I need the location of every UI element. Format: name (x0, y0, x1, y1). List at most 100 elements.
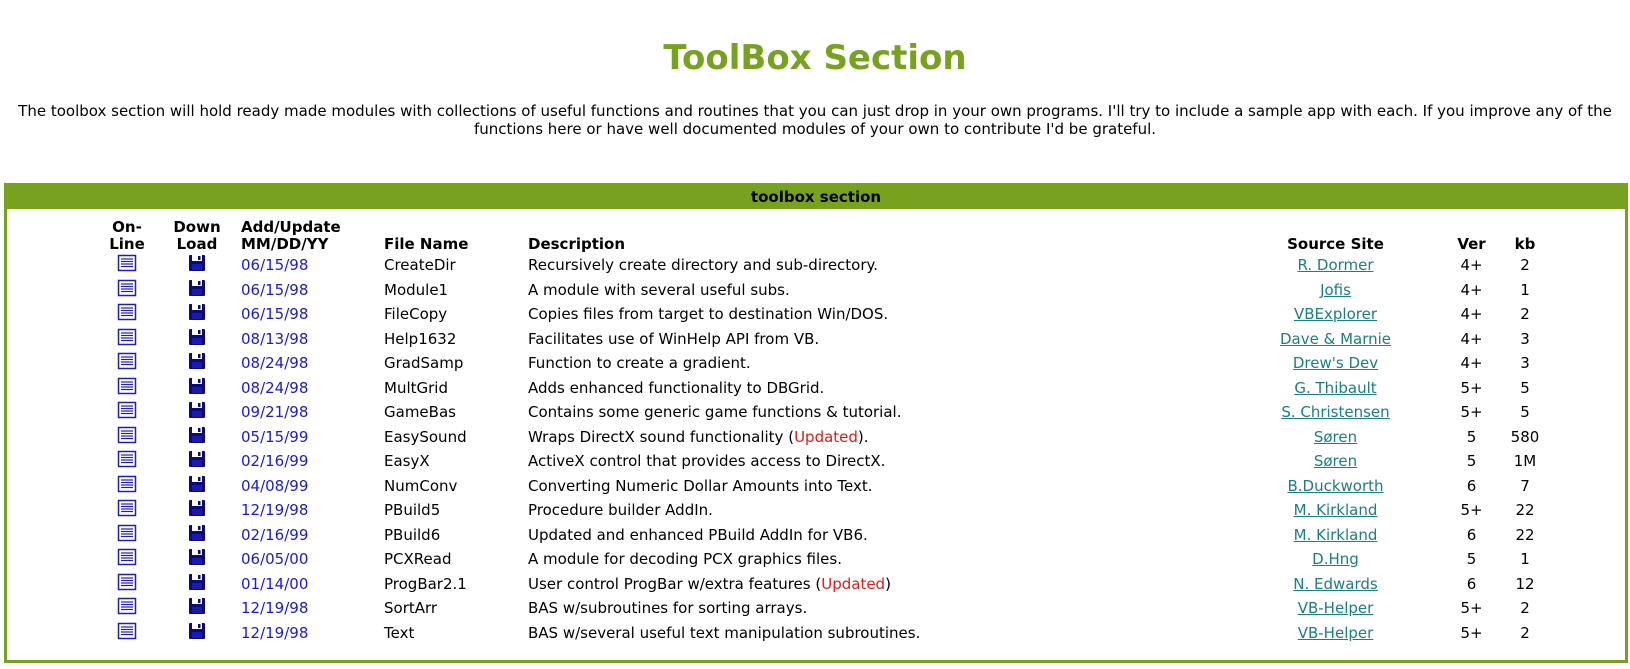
row-ver: 4+ (1460, 305, 1483, 324)
document-icon[interactable] (117, 303, 137, 325)
row-description: A module with several useful subs. (528, 280, 790, 299)
toolbox-panel: toolbox section On- Line Down Load Add/Upd… (4, 183, 1628, 663)
table-header-row: On- Line Down Load Add/Update MM/DD/YY File… (7, 213, 1550, 253)
floppy-disk-icon[interactable] (188, 622, 206, 644)
row-ver: 5+ (1460, 599, 1483, 618)
source-site-link[interactable]: G. Thibault (1294, 379, 1376, 397)
source-site-link[interactable]: VBExplorer (1294, 305, 1377, 323)
row-description: BAS w/several useful text manipulation s… (528, 623, 921, 642)
row-kb: 22 (1515, 501, 1535, 520)
source-site-link[interactable]: Dave & Marnie (1280, 330, 1391, 348)
row-file-name: Help1632 (384, 329, 457, 348)
row-description: Copies files from target to destination … (528, 305, 889, 324)
row-date: 01/14/00 (241, 574, 309, 593)
floppy-disk-icon[interactable] (188, 499, 206, 521)
row-ver: 4+ (1460, 329, 1483, 348)
document-icon[interactable] (117, 426, 137, 448)
row-file-name: PCXRead (384, 550, 452, 569)
page-title: ToolBox Section (663, 38, 967, 78)
table-row: 12/19/98 PBuild5 Procedure builder AddIn. M… (7, 498, 1550, 523)
table-row: 09/21/98 GameBas Contains some generic gam… (7, 400, 1550, 425)
col-date: Add/Update MM/DD/YY (241, 218, 341, 253)
document-icon[interactable] (117, 352, 137, 374)
row-file-name: MultGrid (384, 378, 448, 397)
row-ver: 4+ (1460, 354, 1483, 373)
source-site-link[interactable]: N. Edwards (1293, 575, 1377, 593)
table-row: 08/24/98 MultGrid Adds enhanced functional… (7, 376, 1550, 401)
document-icon[interactable] (117, 573, 137, 595)
document-icon[interactable] (117, 279, 137, 301)
source-site-link[interactable]: VB-Helper (1298, 624, 1374, 642)
table-row: 02/16/99 EasyX ActiveX control that provid… (7, 449, 1550, 474)
row-date: 04/08/99 (241, 476, 309, 495)
document-icon[interactable] (117, 548, 137, 570)
document-icon[interactable] (117, 328, 137, 350)
document-icon[interactable] (117, 450, 137, 472)
source-site-link[interactable]: Søren (1314, 428, 1357, 446)
row-ver: 5+ (1460, 403, 1483, 422)
row-ver: 5+ (1460, 623, 1483, 642)
row-kb: 2 (1520, 256, 1530, 275)
table-row: 08/24/98 GradSamp Function to create a gra… (7, 351, 1550, 376)
document-icon[interactable] (117, 622, 137, 644)
source-site-link[interactable]: R. Dormer (1297, 256, 1373, 274)
row-ver: 6 (1466, 525, 1477, 544)
document-icon[interactable] (117, 254, 137, 276)
row-file-name: EasySound (384, 427, 467, 446)
table-row: 01/14/00 ProgBar2.1 User control ProgBar w… (7, 572, 1550, 597)
row-ver: 5+ (1460, 378, 1483, 397)
row-kb: 1 (1520, 280, 1530, 299)
row-date: 12/19/98 (241, 599, 309, 618)
row-kb: 2 (1520, 623, 1530, 642)
floppy-disk-icon[interactable] (188, 548, 206, 570)
row-date: 05/15/99 (241, 427, 309, 446)
row-date: 02/16/99 (241, 452, 309, 471)
floppy-disk-icon[interactable] (188, 254, 206, 276)
document-icon[interactable] (117, 401, 137, 423)
row-kb: 580 (1510, 427, 1540, 446)
row-ver: 5+ (1460, 501, 1483, 520)
table-row: 12/19/98 SortArr BAS w/subroutines for sor… (7, 596, 1550, 621)
source-site-link[interactable]: M. Kirkland (1294, 501, 1378, 519)
floppy-disk-icon[interactable] (188, 573, 206, 595)
updated-label: Updated (821, 574, 886, 593)
col-ver: Ver (1457, 235, 1486, 253)
source-site-link[interactable]: M. Kirkland (1294, 526, 1378, 544)
floppy-disk-icon[interactable] (188, 352, 206, 374)
row-date: 06/15/98 (241, 256, 309, 275)
row-date: 08/24/98 (241, 354, 309, 373)
row-description: User control ProgBar w/extra features (U… (528, 574, 891, 593)
source-site-link[interactable]: B.Duckworth (1287, 477, 1383, 495)
floppy-disk-icon[interactable] (188, 303, 206, 325)
source-site-link[interactable]: D.Hng (1312, 550, 1359, 568)
document-icon[interactable] (117, 377, 137, 399)
document-icon[interactable] (117, 499, 137, 521)
table-row: 06/05/00 PCXRead A module for decoding PCX… (7, 547, 1550, 572)
source-site-link[interactable]: Drew's Dev (1293, 354, 1378, 372)
document-icon[interactable] (117, 597, 137, 619)
floppy-disk-icon[interactable] (188, 475, 206, 497)
floppy-disk-icon[interactable] (188, 279, 206, 301)
source-site-link[interactable]: Jofis (1320, 281, 1351, 299)
row-ver: 4+ (1460, 256, 1483, 275)
floppy-disk-icon[interactable] (188, 401, 206, 423)
table-row: 02/16/99 PBuild6 Updated and enhanced PBui… (7, 523, 1550, 548)
table-row: 06/15/98 FileCopy Copies files from target… (7, 302, 1550, 327)
document-icon[interactable] (117, 475, 137, 497)
floppy-disk-icon[interactable] (188, 328, 206, 350)
source-site-link[interactable]: Søren (1314, 452, 1357, 470)
row-date: 06/15/98 (241, 305, 309, 324)
document-icon[interactable] (117, 524, 137, 546)
row-file-name: Text (384, 623, 415, 642)
source-site-link[interactable]: S. Christensen (1281, 403, 1389, 421)
floppy-disk-icon[interactable] (188, 597, 206, 619)
floppy-disk-icon[interactable] (188, 524, 206, 546)
row-file-name: EasyX (384, 452, 430, 471)
floppy-disk-icon[interactable] (188, 377, 206, 399)
row-file-name: FileCopy (384, 305, 448, 324)
row-date: 08/13/98 (241, 329, 309, 348)
floppy-disk-icon[interactable] (188, 426, 206, 448)
row-kb: 3 (1520, 354, 1530, 373)
source-site-link[interactable]: VB-Helper (1298, 599, 1374, 617)
floppy-disk-icon[interactable] (188, 450, 206, 472)
